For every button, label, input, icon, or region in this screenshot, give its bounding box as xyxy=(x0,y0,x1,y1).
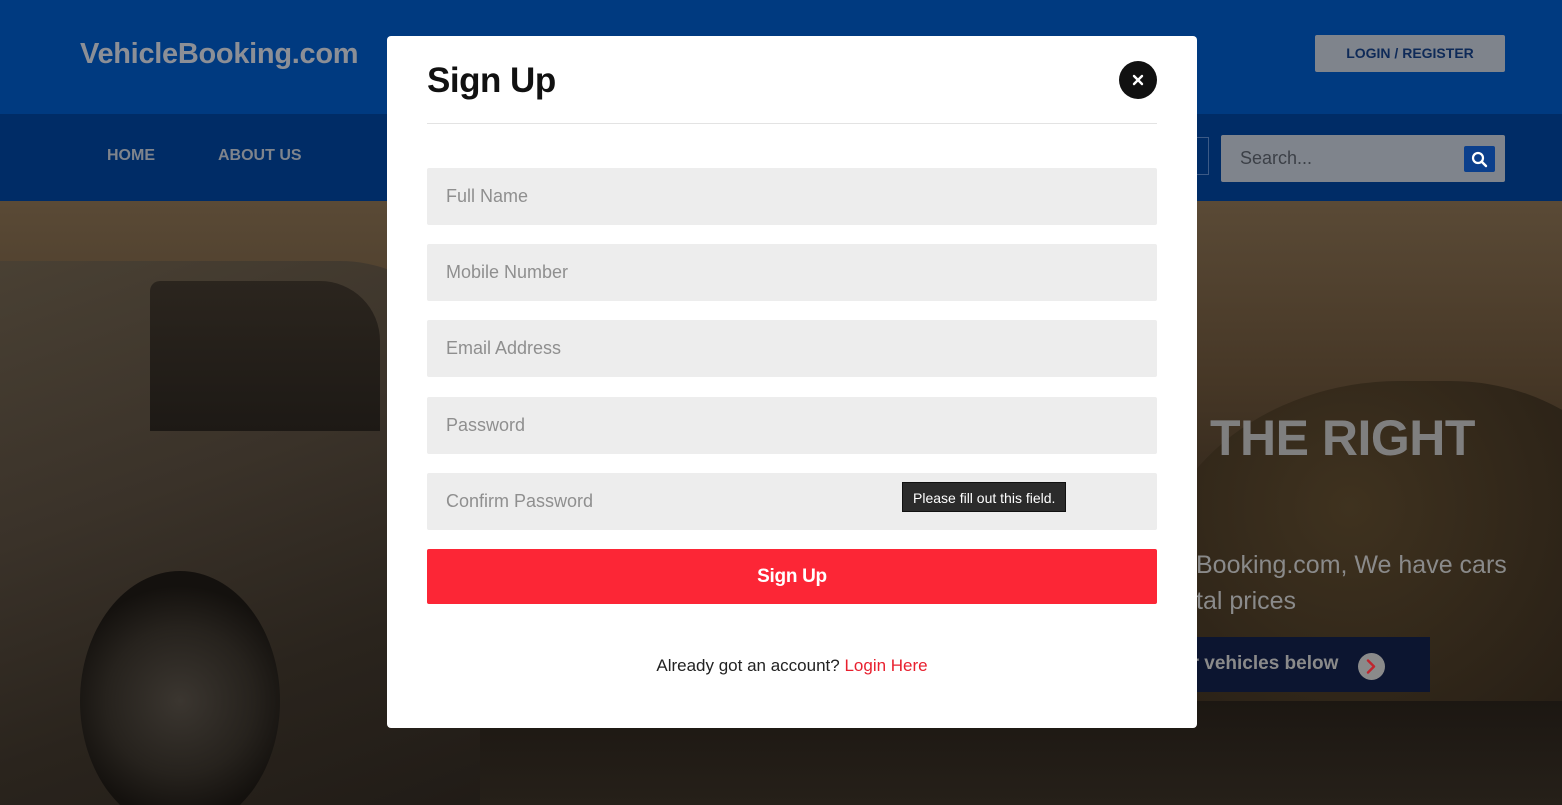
search-icon xyxy=(1471,151,1488,168)
search-input[interactable] xyxy=(1240,135,1460,182)
hero-cta-label: ur vehicles below xyxy=(1180,653,1339,674)
hero-text-line-1: Booking.com, We have cars xyxy=(1196,551,1507,579)
hero-text-line-2: tal prices xyxy=(1196,587,1297,615)
mobile-number-field[interactable] xyxy=(427,244,1157,301)
nav-item-about-us[interactable]: ABOUT US xyxy=(218,147,302,165)
login-prompt: Already got an account? Login Here xyxy=(387,656,1197,676)
modal-title: Sign Up xyxy=(427,61,556,100)
validation-tooltip: Please fill out this field. xyxy=(902,482,1067,512)
password-field[interactable] xyxy=(427,397,1157,454)
login-prompt-text: Already got an account? xyxy=(656,656,840,675)
search-box xyxy=(1221,135,1505,182)
login-here-link[interactable]: Login Here xyxy=(844,656,927,675)
nav-item-home[interactable]: HOME xyxy=(107,147,155,165)
close-button[interactable] xyxy=(1119,61,1157,99)
close-icon xyxy=(1132,74,1144,86)
email-field[interactable] xyxy=(427,320,1157,377)
search-button[interactable] xyxy=(1464,146,1495,172)
full-name-field[interactable] xyxy=(427,168,1157,225)
sign-up-button[interactable]: Sign Up xyxy=(427,549,1157,604)
hero-car-window xyxy=(150,281,380,431)
site-logo[interactable]: VehicleBooking.com xyxy=(80,38,359,71)
signup-modal: Sign Up Please fill out this field. Sign… xyxy=(387,36,1197,728)
modal-divider xyxy=(427,123,1157,124)
login-register-button[interactable]: LOGIN / REGISTER xyxy=(1315,35,1505,72)
chevron-right-icon xyxy=(1358,653,1385,680)
hero-cta-button[interactable]: ur vehicles below xyxy=(1165,637,1430,692)
hero-heading: THE RIGHT xyxy=(1210,410,1475,466)
